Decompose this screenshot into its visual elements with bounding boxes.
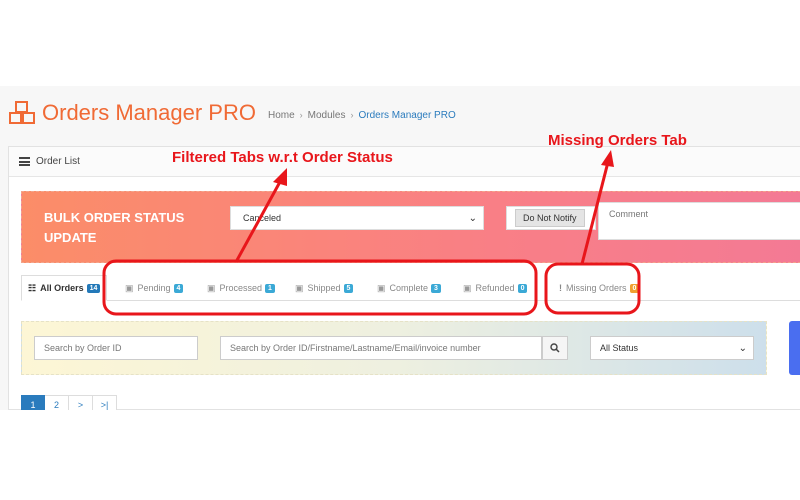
count-badge: 14 bbox=[86, 283, 101, 293]
tab-missing-orders[interactable]: ! Missing Orders 0 bbox=[559, 275, 640, 301]
search-icon bbox=[550, 343, 560, 353]
box-icon: ▣ bbox=[463, 282, 472, 293]
count-badge: 0 bbox=[629, 283, 640, 293]
notify-label[interactable]: Do Not Notify bbox=[515, 209, 585, 227]
count-badge: 3 bbox=[431, 283, 441, 293]
app-title: Orders Manager PRO bbox=[42, 100, 256, 125]
header: Orders Manager PRO Home › Modules › Orde… bbox=[8, 96, 456, 130]
bulk-title: BULK ORDER STATUS UPDATE bbox=[44, 210, 185, 245]
tab-label: Pending bbox=[137, 283, 171, 293]
status-filter-select[interactable]: All Status ⌄ bbox=[590, 336, 754, 360]
order-list-panel: Order List BULK ORDER STATUS UPDATE Canc… bbox=[8, 146, 800, 410]
breadcrumb-separator-icon: › bbox=[299, 110, 303, 120]
panel-title: Order List bbox=[36, 156, 80, 167]
page-2[interactable]: 2 bbox=[45, 395, 69, 410]
order-id-search-input[interactable]: Search by Order ID bbox=[34, 336, 198, 360]
tab-label: All Orders bbox=[40, 283, 84, 293]
customer-search-input[interactable]: Search by Order ID/Firstname/Lastname/Em… bbox=[220, 336, 542, 360]
cubes-logo-icon bbox=[8, 100, 36, 126]
bulk-status-update: BULK ORDER STATUS UPDATE Canceled ⌄ Do N… bbox=[21, 191, 800, 263]
tab-label: Shipped bbox=[307, 283, 341, 293]
comment-field[interactable]: Comment bbox=[598, 202, 800, 240]
pagination: 1 2 > >| bbox=[21, 395, 117, 410]
tab-label: Refunded bbox=[475, 283, 515, 293]
breadcrumb-separator-icon: › bbox=[350, 110, 354, 120]
chevron-down-icon: ⌄ bbox=[738, 343, 747, 354]
order-status-tabs: ☷ All Orders 14 ▣ Pending 4 ▣ Processed … bbox=[21, 275, 800, 301]
tab-shipped[interactable]: ▣ Shipped 5 bbox=[295, 275, 354, 301]
chevron-down-icon: ⌄ bbox=[468, 213, 477, 224]
tab-all-orders[interactable]: ☷ All Orders 14 bbox=[21, 275, 108, 301]
filter-bar: Search by Order ID Search by Order ID/Fi… bbox=[21, 321, 767, 375]
breadcrumb: Home › Modules › Orders Manager PRO bbox=[268, 110, 456, 121]
page-last[interactable]: >| bbox=[93, 395, 117, 410]
count-badge: 0 bbox=[517, 283, 528, 293]
tab-pending[interactable]: ▣ Pending 4 bbox=[125, 275, 184, 301]
box-icon: ▣ bbox=[125, 282, 134, 293]
page-1[interactable]: 1 bbox=[21, 395, 45, 410]
count-badge: 4 bbox=[173, 283, 184, 293]
page-next[interactable]: > bbox=[69, 395, 93, 410]
box-icon: ▣ bbox=[377, 282, 386, 293]
sitemap-icon: ☷ bbox=[28, 282, 37, 293]
breadcrumb-current[interactable]: Orders Manager PRO bbox=[358, 110, 455, 121]
tab-processed[interactable]: ▣ Processed 1 bbox=[207, 275, 275, 301]
tab-label: Missing Orders bbox=[566, 283, 627, 293]
status-filter-value: All Status bbox=[600, 343, 639, 353]
app-window: Orders Manager PRO Home › Modules › Orde… bbox=[0, 86, 800, 410]
tab-label: Processed bbox=[219, 283, 263, 293]
tab-label: Complete bbox=[389, 283, 429, 293]
box-icon: ▣ bbox=[207, 282, 216, 293]
search-button[interactable] bbox=[542, 336, 568, 360]
tab-complete[interactable]: ▣ Complete 3 bbox=[377, 275, 441, 301]
panel-header: Order List bbox=[9, 147, 800, 177]
count-badge: 5 bbox=[343, 283, 354, 293]
notify-toggle[interactable]: Do Not Notify bbox=[506, 206, 596, 230]
box-icon: ▣ bbox=[295, 282, 304, 293]
bulk-status-value: Canceled bbox=[243, 213, 282, 223]
filter-action-button[interactable] bbox=[789, 321, 800, 375]
bulk-status-select[interactable]: Canceled ⌄ bbox=[230, 206, 484, 230]
tab-refunded[interactable]: ▣ Refunded 0 bbox=[463, 275, 528, 301]
exclamation-icon: ! bbox=[559, 283, 562, 293]
list-icon bbox=[19, 157, 30, 166]
breadcrumb-modules[interactable]: Modules bbox=[308, 110, 346, 121]
count-badge: 1 bbox=[265, 283, 275, 293]
breadcrumb-home[interactable]: Home bbox=[268, 110, 295, 121]
